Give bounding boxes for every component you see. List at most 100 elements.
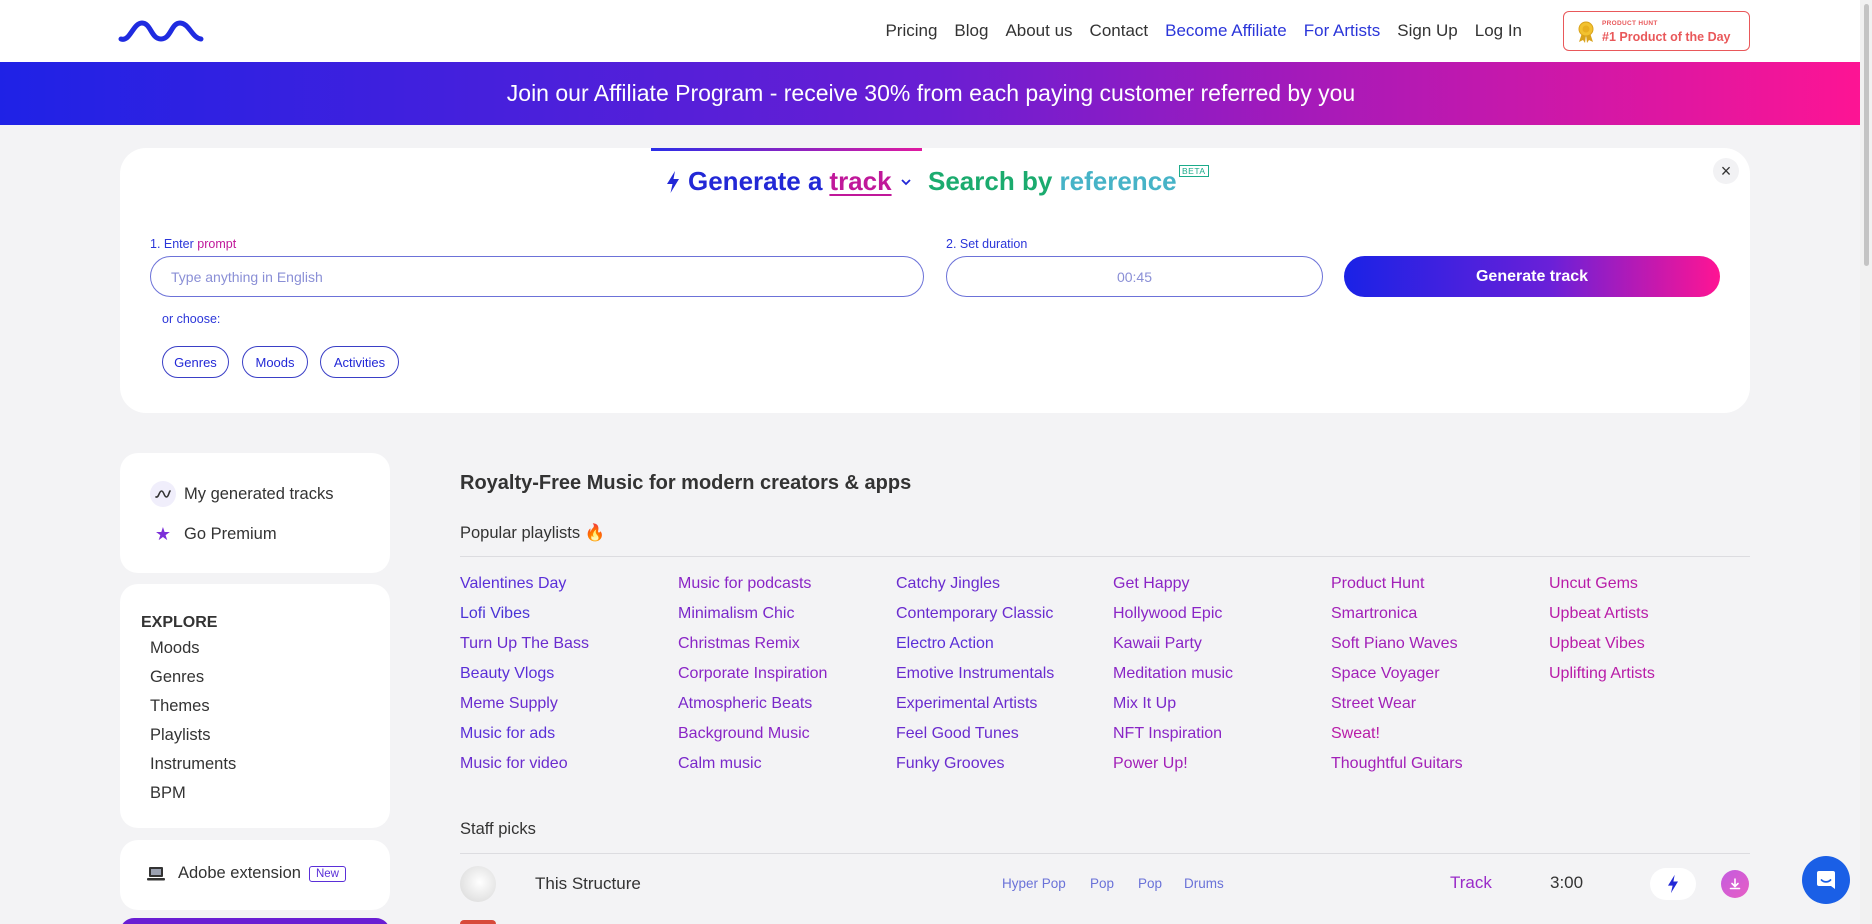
playlist-link[interactable]: Uplifting Artists xyxy=(1549,665,1766,695)
playlist-link[interactable]: Get Happy xyxy=(1113,575,1330,605)
nav-links: Pricing Blog About us Contact Become Aff… xyxy=(885,0,1522,62)
product-hunt-badge[interactable]: PRODUCT HUNT #1 Product of the Day xyxy=(1563,11,1750,51)
explore-moods-link[interactable]: Moods xyxy=(150,639,200,658)
track-tag[interactable]: Pop xyxy=(1090,876,1114,891)
explore-instruments-link[interactable]: Instruments xyxy=(150,755,236,774)
playlist-link[interactable]: Experimental Artists xyxy=(896,695,1113,725)
track-row[interactable]: This Structure Hyper Pop Pop Pop Drums T… xyxy=(460,856,1750,912)
track-tag[interactable]: Hyper Pop xyxy=(1002,876,1066,891)
playlist-link[interactable]: Hollywood Epic xyxy=(1113,605,1330,635)
playlist-link[interactable]: Meditation music xyxy=(1113,665,1330,695)
nav-login-link[interactable]: Log In xyxy=(1475,21,1522,41)
explore-playlists-link[interactable]: Playlists xyxy=(150,726,211,745)
adobe-extension-link[interactable]: Adobe extension New xyxy=(146,864,346,883)
laptop-icon xyxy=(147,866,165,880)
playlist-link[interactable]: Mix It Up xyxy=(1113,695,1330,725)
duration-input[interactable]: 00:45 xyxy=(946,256,1323,297)
tab-generate-track[interactable]: Generate a track xyxy=(665,166,912,197)
playlist-link[interactable]: Background Music xyxy=(678,725,895,755)
playlist-link[interactable]: Contemporary Classic xyxy=(896,605,1113,635)
generate-track-button[interactable]: Generate track xyxy=(1344,256,1720,297)
playlist-link[interactable]: Smartronica xyxy=(1331,605,1548,635)
playlist-link[interactable]: Electro Action xyxy=(896,635,1113,665)
playlist-link[interactable]: Calm music xyxy=(678,755,895,785)
playlist-link[interactable]: Upbeat Vibes xyxy=(1549,635,1766,665)
playlist-link[interactable]: Corporate Inspiration xyxy=(678,665,895,695)
playlist-link[interactable]: Uncut Gems xyxy=(1549,575,1766,605)
explore-bpm-link[interactable]: BPM xyxy=(150,784,186,803)
chevron-down-icon[interactable] xyxy=(900,176,912,188)
explore-themes-link[interactable]: Themes xyxy=(150,697,210,716)
chip-genres[interactable]: Genres xyxy=(162,346,229,378)
playlist-link[interactable]: Emotive Instrumentals xyxy=(896,665,1113,695)
playlist-link[interactable]: Sweat! xyxy=(1331,725,1548,755)
nav-affiliate-link[interactable]: Become Affiliate xyxy=(1165,21,1287,41)
explore-genres-link[interactable]: Genres xyxy=(150,668,204,687)
sidebar-explore-card: EXPLORE Moods Genres Themes Playlists In… xyxy=(120,584,390,828)
playlist-link[interactable]: Feel Good Tunes xyxy=(896,725,1113,755)
playlist-link[interactable]: Minimalism Chic xyxy=(678,605,895,635)
prompt-label: 1. Enter prompt xyxy=(150,237,236,251)
beta-badge: BETA xyxy=(1179,165,1209,177)
playlist-link[interactable]: Product Hunt xyxy=(1331,575,1548,605)
nav-artists-link[interactable]: For Artists xyxy=(1304,21,1381,41)
download-button[interactable] xyxy=(1721,870,1749,898)
playlist-link[interactable]: Music for video xyxy=(460,755,677,785)
tab-generate-word[interactable]: track xyxy=(829,166,891,197)
playlist-link[interactable]: Kawaii Party xyxy=(1113,635,1330,665)
track-title[interactable]: This Structure xyxy=(535,874,641,894)
playlist-link[interactable]: NFT Inspiration xyxy=(1113,725,1330,755)
prompt-input[interactable]: Type anything in English xyxy=(150,256,924,297)
nav-about-link[interactable]: About us xyxy=(1005,21,1072,41)
playlist-link[interactable]: Power Up! xyxy=(1113,755,1330,785)
close-button[interactable]: × xyxy=(1713,158,1739,184)
affiliate-banner[interactable]: Join our Affiliate Program - receive 30%… xyxy=(0,62,1872,125)
search-tab-part-2: reference xyxy=(1059,166,1177,196)
tab-search-by-reference[interactable]: Search by reference xyxy=(928,166,1177,197)
playlist-link[interactable]: Music for ads xyxy=(460,725,677,755)
staff-picks-title: Staff picks xyxy=(460,820,536,838)
chip-moods[interactable]: Moods xyxy=(242,346,308,378)
lightning-icon xyxy=(1668,874,1678,894)
playlist-link[interactable]: Music for podcasts xyxy=(678,575,895,605)
playlist-link[interactable]: Christmas Remix xyxy=(678,635,895,665)
sidebar-bottom-button[interactable] xyxy=(120,918,390,924)
playlist-link[interactable]: Beauty Vlogs xyxy=(460,665,677,695)
generate-similar-button[interactable] xyxy=(1650,868,1696,900)
playlist-link[interactable]: Thoughtful Guitars xyxy=(1331,755,1548,785)
explore-title: EXPLORE xyxy=(141,614,218,631)
prompt-label-num: 1. Enter xyxy=(150,237,194,251)
playlist-link[interactable]: Lofi Vibes xyxy=(460,605,677,635)
playlist-link[interactable]: Catchy Jingles xyxy=(896,575,1113,605)
active-tab-indicator xyxy=(651,148,922,151)
playlist-link[interactable]: Upbeat Artists xyxy=(1549,605,1766,635)
playlist-link[interactable]: Meme Supply xyxy=(460,695,677,725)
playlist-link[interactable]: Soft Piano Waves xyxy=(1331,635,1548,665)
track-tag[interactable]: Drums xyxy=(1184,876,1224,891)
wave-logo-icon[interactable] xyxy=(118,18,204,44)
playlist-link[interactable]: Turn Up The Bass xyxy=(460,635,677,665)
playlist-link[interactable]: Funky Grooves xyxy=(896,755,1113,785)
playlist-link[interactable]: Street Wear xyxy=(1331,695,1548,725)
chat-icon xyxy=(1817,871,1835,889)
nav-pricing-link[interactable]: Pricing xyxy=(885,21,937,41)
next-track-thumbnail xyxy=(460,920,496,924)
nav-blog-link[interactable]: Blog xyxy=(954,21,988,41)
scrollbar-thumb[interactable] xyxy=(1864,4,1869,266)
nav-signup-link[interactable]: Sign Up xyxy=(1397,21,1457,41)
go-premium-link[interactable]: ★ Go Premium xyxy=(150,521,277,547)
generator-card: Generate a track Search by reference BET… xyxy=(120,148,1750,413)
playlist-column-6: Uncut Gems Upbeat Artists Upbeat Vibes U… xyxy=(1549,575,1766,695)
chat-button[interactable] xyxy=(1802,856,1850,904)
duration-value: 00:45 xyxy=(1116,268,1153,285)
chip-activities[interactable]: Activities xyxy=(320,346,399,378)
playlist-link[interactable]: Valentines Day xyxy=(460,575,677,605)
playlist-link[interactable]: Atmospheric Beats xyxy=(678,695,895,725)
nav-contact-link[interactable]: Contact xyxy=(1090,21,1149,41)
prompt-placeholder: Type anything in English xyxy=(171,268,323,285)
new-badge: New xyxy=(308,865,346,882)
my-generated-tracks-link[interactable]: My generated tracks xyxy=(150,481,333,507)
badge-big-text: #1 Product of the Day xyxy=(1602,30,1731,44)
playlist-link[interactable]: Space Voyager xyxy=(1331,665,1548,695)
track-tag[interactable]: Pop xyxy=(1138,876,1162,891)
